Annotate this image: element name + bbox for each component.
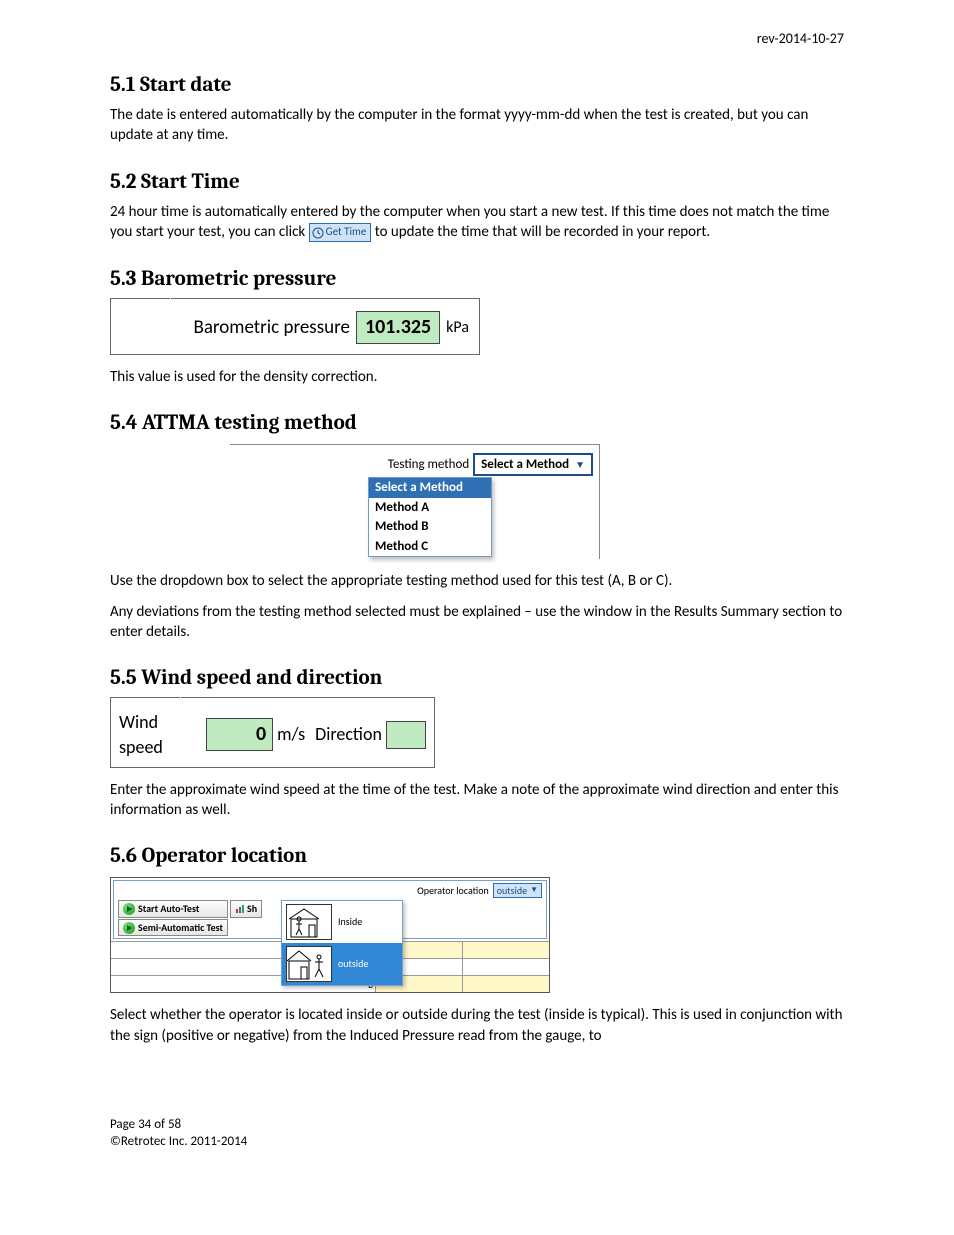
para-5-2-b: to update the time that will be recorded… [375,223,710,241]
copyright: ©Retrotec Inc. 2011-2014 [110,1133,844,1151]
start-auto-test-label: Start Auto-Test [138,902,199,916]
get-time-label: Get Time [326,225,367,238]
testing-method-options: Select a Method Method A Method B Method… [368,477,492,557]
semi-automatic-test-label: Semi-Automatic Test [138,921,223,935]
barometric-panel: Barometric pressure 101.325 kPa [110,299,480,355]
sh-label: Sh [247,902,257,916]
wind-direction-field[interactable] [386,721,426,749]
operator-location-options: Inside outside [281,900,403,986]
para-5-5: Enter the approximate wind speed at the … [110,780,844,821]
chevron-down-icon: ▼ [530,885,538,896]
wind-speed-unit: m/s [277,722,305,746]
operator-location-label: Operator location [417,884,489,898]
option-outside[interactable]: outside [282,943,402,985]
operator-panel: Operator location outside ▼ Start Auto-T… [110,877,550,994]
option-method-a[interactable]: Method A [369,498,491,518]
chart-icon [235,904,245,914]
operator-location-selected: outside [497,884,527,898]
heading-5-4: 5.4 ATTMA testing method [110,409,844,437]
barometric-value-field[interactable]: 101.325 [356,311,440,344]
operator-location-dropdown[interactable]: outside ▼ [493,883,542,899]
get-time-button[interactable]: Get Time [309,223,372,242]
option-method-c[interactable]: Method C [369,537,491,557]
para-5-4-a: Use the dropdown box to select the appro… [110,571,844,591]
para-5-4-b: Any deviations from the testing method s… [110,602,844,643]
option-method-b[interactable]: Method B [369,517,491,537]
para-5-6: Select whether the operator is located i… [110,1005,844,1046]
wind-panel: Wind speed 0 m/s Direction [110,698,435,768]
para-5-2: 24 hour time is automatically entered by… [110,202,844,243]
barometric-label: Barometric pressure [194,315,350,341]
option-inside[interactable]: Inside [282,901,402,943]
sh-button[interactable]: Sh [230,900,262,918]
testing-method-label: Testing method [388,456,469,474]
heading-5-1: 5.1 Start date [110,71,844,99]
semi-automatic-test-button[interactable]: Semi-Automatic Test [118,919,228,937]
page-footer: Page 34 of 58 ©Retrotec Inc. 2011-2014 [110,1116,844,1151]
page-number: Page 34 of 58 [110,1116,844,1134]
start-auto-test-button[interactable]: Start Auto-Test [118,900,228,918]
barometric-unit: kPa [446,317,469,339]
chevron-down-icon: ▼ [575,458,585,472]
house-inside-icon [286,904,332,940]
wind-speed-field[interactable]: 0 [206,718,273,751]
heading-5-3: 5.3 Barometric pressure [110,265,844,293]
testing-method-selected: Select a Method [481,456,569,474]
option-select-a-method[interactable]: Select a Method [369,478,491,498]
heading-5-5: 5.5 Wind speed and direction [110,664,844,692]
clock-icon [312,227,324,239]
revision-text: rev-2014-10-27 [110,30,844,49]
attma-panel: Testing method Select a Method ▼ Select … [230,444,600,560]
play-icon [123,903,135,915]
testing-method-dropdown[interactable]: Select a Method ▼ [473,453,593,477]
house-outside-icon [286,946,332,982]
wind-speed-label: Wind speed [119,710,202,759]
para-5-1: The date is entered automatically by the… [110,105,844,146]
para-5-3: This value is used for the density corre… [110,367,844,387]
heading-5-2: 5.2 Start Time [110,168,844,196]
option-inside-label: Inside [338,915,362,929]
wind-direction-label: Direction [315,722,382,746]
option-outside-label: outside [338,957,368,971]
heading-5-6: 5.6 Operator location [110,842,844,870]
play-icon [123,922,135,934]
